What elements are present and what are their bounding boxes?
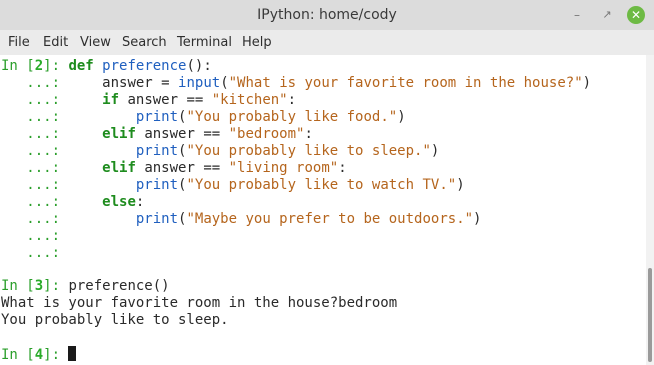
builtin-print: print bbox=[135, 143, 179, 159]
continuation-line: ...: print("You probably like to sleep."… bbox=[1, 143, 439, 160]
prompt-number: 4 bbox=[34, 347, 44, 363]
scrollbar[interactable] bbox=[646, 55, 654, 365]
continuation-line: ...: else: bbox=[1, 194, 144, 211]
builtin-print: print bbox=[135, 211, 179, 227]
terminal-output[interactable]: In [2]: def preference(): ...: answer = … bbox=[0, 55, 646, 365]
command-text: preference() bbox=[68, 278, 170, 294]
prompt-label: In [ bbox=[1, 347, 35, 363]
builtin-print: print bbox=[135, 109, 179, 125]
scrollbar-thumb[interactable] bbox=[648, 268, 652, 362]
continuation-line: ...: bbox=[1, 228, 60, 245]
menu-terminal[interactable]: Terminal bbox=[177, 30, 232, 55]
continuation-line: ...: bbox=[1, 245, 60, 262]
continuation-prompt: ...: bbox=[1, 228, 61, 244]
keyword-elif: elif bbox=[102, 160, 136, 176]
code-text: : bbox=[338, 160, 347, 176]
code-text: answer = bbox=[60, 75, 179, 91]
prompt-number: 3 bbox=[34, 278, 44, 294]
builtin-input: input bbox=[178, 75, 221, 91]
prompt-label: In [ bbox=[1, 278, 35, 294]
string-literal: "living room" bbox=[228, 160, 339, 176]
code-text: answer == bbox=[135, 160, 229, 176]
continuation-prompt: ...: bbox=[1, 75, 61, 91]
string-literal: "bedroom" bbox=[228, 126, 305, 142]
code-text: : bbox=[287, 92, 297, 108]
terminal-window: IPython: home/cody – ↗ ✕ File Edit View … bbox=[0, 0, 654, 365]
continuation-prompt: ...: bbox=[1, 126, 61, 142]
continuation-line: ...: if answer == "kitchen": bbox=[1, 92, 296, 109]
prompt-close: ]: bbox=[43, 58, 69, 74]
string-literal: "kitchen" bbox=[211, 92, 288, 108]
code-text: ) bbox=[473, 211, 482, 227]
input-line-current[interactable]: In [4]: bbox=[1, 346, 77, 363]
menu-bar: File Edit View Search Terminal Help bbox=[0, 30, 654, 55]
code-text: ( bbox=[220, 75, 229, 91]
prompt-close: ]: bbox=[43, 347, 69, 363]
code-text: : bbox=[304, 126, 313, 142]
keyword-elif: elif bbox=[102, 126, 136, 142]
keyword-def: def bbox=[68, 58, 103, 74]
minimize-icon[interactable]: – bbox=[567, 5, 587, 25]
continuation-prompt: ...: bbox=[1, 194, 61, 210]
title-bar[interactable]: IPython: home/cody – ↗ ✕ bbox=[0, 0, 654, 30]
continuation-line: ...: print("You probably like to watch T… bbox=[1, 177, 465, 194]
output-line: What is your favorite room in the house?… bbox=[1, 295, 398, 311]
string-literal: "Maybe you prefer to be outdoors." bbox=[186, 211, 474, 227]
maximize-icon[interactable]: ↗ bbox=[597, 5, 617, 25]
text-cursor bbox=[68, 346, 77, 361]
menu-file[interactable]: File bbox=[8, 30, 30, 55]
menu-view[interactable]: View bbox=[80, 30, 111, 55]
keyword-else: else bbox=[102, 194, 136, 210]
menu-search[interactable]: Search bbox=[122, 30, 167, 55]
continuation-line: ...: print("Maybe you prefer to be outdo… bbox=[1, 211, 481, 228]
code-text: (): bbox=[186, 58, 212, 74]
continuation-line: ...: elif answer == "bedroom": bbox=[1, 126, 313, 143]
input-line-def: In [2]: def preference(): bbox=[1, 58, 212, 75]
prompt-number: 2 bbox=[34, 58, 44, 74]
continuation-prompt: ...: bbox=[1, 245, 61, 261]
menu-help[interactable]: Help bbox=[242, 30, 272, 55]
continuation-prompt: ...: bbox=[1, 92, 61, 108]
input-line-call: In [3]: preference() bbox=[1, 278, 170, 295]
prompt-close: ]: bbox=[43, 278, 69, 294]
string-literal: "You probably like food." bbox=[186, 109, 398, 125]
code-text: ) bbox=[456, 177, 465, 193]
window-title: IPython: home/cody bbox=[257, 7, 397, 23]
continuation-prompt: ...: bbox=[1, 177, 61, 193]
code-text: answer == bbox=[135, 126, 229, 142]
builtin-print: print bbox=[135, 177, 179, 193]
string-literal: "You probably like to sleep." bbox=[186, 143, 431, 159]
continuation-prompt: ...: bbox=[1, 160, 61, 176]
continuation-line: ...: print("You probably like food.") bbox=[1, 109, 406, 126]
code-text: ) bbox=[397, 109, 406, 125]
code-text: ) bbox=[582, 75, 592, 91]
keyword-if: if bbox=[102, 92, 120, 108]
function-name: preference bbox=[102, 58, 187, 74]
string-literal: "What is your favorite room in the house… bbox=[228, 75, 583, 91]
continuation-prompt: ...: bbox=[1, 211, 61, 227]
output-line: You probably like to sleep. bbox=[1, 312, 229, 328]
code-text: : bbox=[135, 194, 145, 210]
close-icon[interactable]: ✕ bbox=[627, 6, 645, 24]
code-text: answer == bbox=[119, 92, 212, 108]
prompt-label: In [ bbox=[1, 58, 35, 74]
string-literal: "You probably like to watch TV." bbox=[186, 177, 457, 193]
continuation-line: ...: elif answer == "living room": bbox=[1, 160, 347, 177]
code-text: ) bbox=[430, 143, 440, 159]
continuation-prompt: ...: bbox=[1, 109, 61, 125]
menu-edit[interactable]: Edit bbox=[43, 30, 68, 55]
continuation-prompt: ...: bbox=[1, 143, 61, 159]
continuation-line: ...: answer = input("What is your favori… bbox=[1, 75, 591, 92]
